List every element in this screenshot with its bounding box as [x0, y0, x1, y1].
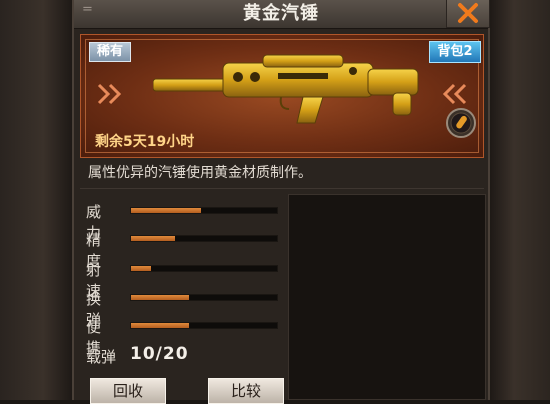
- stat-fill-reload: [131, 295, 190, 300]
- weapon-card: 稀有 背包2 剩余5天19小时: [80, 34, 484, 158]
- ammo-value: 10/20: [130, 344, 189, 364]
- stat-fill-power: [131, 208, 202, 213]
- weapon-description: 属性优异的汽锤使用黄金材质制作。: [88, 165, 312, 181]
- weapon-detail-panel: = 黄金汽锤 稀有 背包2 剩余5天19小时 属性优异的汽锤使用黄金材质制作。 …: [72, 0, 490, 404]
- background-left: [0, 0, 72, 400]
- chevron-left-decoration-icon: [442, 83, 467, 105]
- bag-slot-badge[interactable]: 背包2: [429, 41, 481, 63]
- stat-bar-power: [130, 207, 278, 214]
- weapon-title: 黄金汽锤: [243, 3, 319, 24]
- compare-button[interactable]: 比较: [208, 378, 284, 404]
- section-divider: [80, 188, 484, 189]
- close-x-icon: [458, 3, 478, 23]
- stat-fill-fire-rate: [131, 266, 152, 271]
- chevron-right-decoration-icon: [97, 83, 122, 105]
- stat-bar-accuracy: [130, 235, 278, 242]
- stat-bar-reload: [130, 294, 278, 301]
- recycle-button[interactable]: 回收: [90, 378, 166, 404]
- rarity-badge: 稀有: [89, 42, 131, 62]
- title-bar: = 黄金汽锤: [74, 0, 490, 29]
- bullet-icon: [446, 108, 476, 138]
- stat-fill-portability: [131, 323, 190, 328]
- stat-bar-portability: [130, 322, 278, 329]
- stat-fill-accuracy: [131, 236, 175, 241]
- golden-shotgun-icon: [153, 54, 419, 124]
- ammo-label: 载弹: [86, 348, 117, 366]
- stat-bar-fire-rate: [130, 265, 278, 272]
- time-remaining: 剩余5天19小时: [95, 134, 195, 150]
- info-box: [288, 194, 486, 400]
- background-right: [490, 0, 550, 400]
- close-button[interactable]: [446, 0, 490, 28]
